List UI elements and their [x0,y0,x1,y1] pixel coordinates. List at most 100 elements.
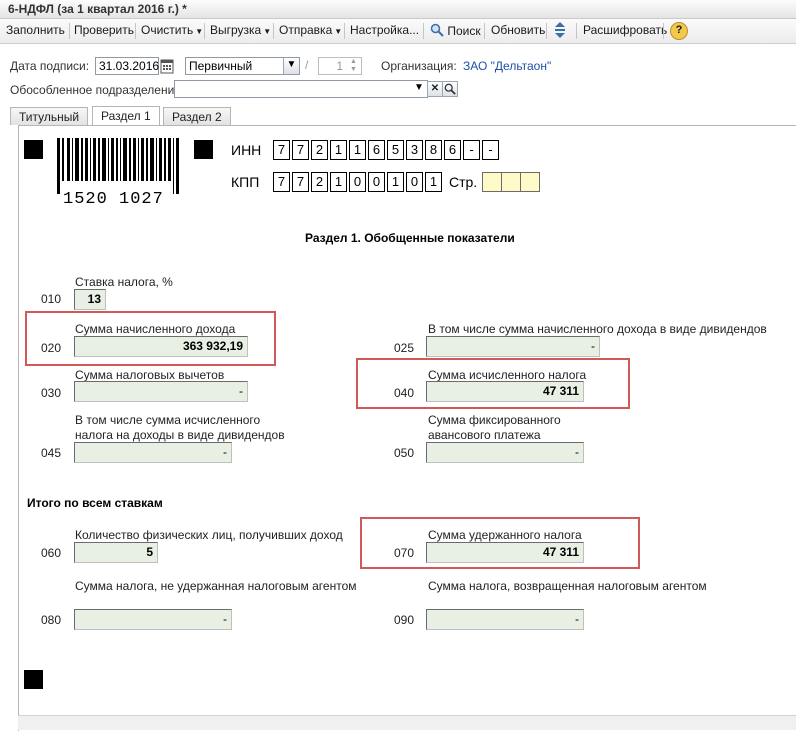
inn-digit-cell[interactable]: 6 [444,140,461,160]
returned-tax-label: Сумма налога, возвращенная налоговым аге… [428,579,707,593]
tab-title-page[interactable]: Титульный [10,107,89,125]
kpp-digit-cell[interactable]: 1 [425,172,442,192]
inn-digit-cell[interactable]: - [463,140,480,160]
search-icon [430,23,444,37]
send-menu-button[interactable]: Отправка ▼ [279,23,342,37]
sign-date-label: Дата подписи: [10,59,90,73]
inn-digit-cell[interactable]: 3 [406,140,423,160]
chevron-down-icon[interactable]: ▼ [411,81,427,97]
barcode-image [57,138,179,194]
inn-digit-cell[interactable]: 2 [311,140,328,160]
inn-digit-cell[interactable]: - [482,140,499,160]
check-button[interactable]: Проверить [74,23,134,37]
inn-digit-cell[interactable]: 7 [292,140,309,160]
inn-digit-cell[interactable]: 7 [273,140,290,160]
search-label: Поиск [447,24,481,38]
doc-type-value: Первичный [189,59,253,73]
kpp-digit-cell[interactable]: 7 [273,172,290,192]
kpp-label: КПП [231,174,260,190]
clear-menu-button[interactable]: Очистить ▼ [141,23,203,37]
toolbar-divider [484,23,485,39]
line-code-060: 060 [41,546,62,560]
toolbar: Заполнить Проверить Очистить ▼ Выгрузка ▼ … [0,19,796,44]
settings-button[interactable]: Настройка... [350,23,419,37]
dropdown-arrow-icon: ▼ [263,27,272,36]
toolbar-divider [344,23,345,39]
fixed-advance-label-line1: Сумма фиксированного [428,413,561,427]
dropdown-arrow-icon: ▼ [334,27,343,36]
kpp-digit-cell[interactable]: 1 [330,172,347,192]
fixed-advance-field[interactable]: - [426,442,584,463]
toolbar-divider [69,23,70,39]
upload-label: Выгрузка [210,23,262,37]
dividend-tax-label-line2: налога на доходы в виде дивидендов [75,428,285,442]
kpp-digit-cell[interactable]: 0 [368,172,385,192]
not-withheld-tax-field[interactable]: - [74,609,232,630]
inn-digit-cell[interactable]: 8 [425,140,442,160]
kpp-digit-cell[interactable]: 7 [292,172,309,192]
toolbar-divider [204,23,205,39]
dividend-income-field[interactable]: - [426,336,600,357]
refresh-button[interactable]: Обновить [491,23,545,37]
send-label: Отправка [279,23,333,37]
organization-link[interactable]: ЗАО "Дельтаон" [463,59,551,73]
expand-collapse-button[interactable] [553,21,567,42]
doc-type-select[interactable]: Первичный ▼ [185,57,300,75]
toolbar-divider [135,23,136,39]
tab-section-1[interactable]: Раздел 1 [92,106,160,126]
tax-rate-label: Ставка налога, % [75,275,173,289]
division-field[interactable] [174,80,428,98]
dividend-tax-field[interactable]: - [74,442,232,463]
tax-deductions-field[interactable]: - [74,381,248,402]
search-icon[interactable] [442,81,458,97]
calendar-icon[interactable] [160,58,174,74]
dividend-income-label: В том числе сумма начисленного дохода в … [428,322,767,336]
page-number-cell[interactable] [520,172,540,192]
persons-count-field[interactable]: 5 [74,542,158,563]
fill-button[interactable]: Заполнить [6,23,65,37]
inn-digit-cell[interactable]: 1 [349,140,366,160]
inn-digit-cell[interactable]: 1 [330,140,347,160]
help-icon[interactable]: ? [670,22,688,40]
toolbar-divider [663,23,664,39]
window-title-bar: 6-НДФЛ (за 1 квартал 2016 г.) * [0,0,796,19]
page-label: Стр. [449,174,478,190]
line-code-090: 090 [394,613,415,627]
accrued-income-label: Сумма начисленного дохода [75,322,236,336]
not-withheld-tax-label: Сумма налога, не удержанная налоговым аг… [75,579,357,593]
tab-section-2[interactable]: Раздел 2 [163,107,231,125]
line-code-010: 010 [41,292,62,306]
upload-menu-button[interactable]: Выгрузка ▼ [210,23,271,37]
chevron-down-icon[interactable]: ▼ [283,58,299,74]
page-number-cell[interactable] [501,172,521,192]
line-code-045: 045 [41,446,62,460]
kpp-digit-cell[interactable]: 0 [406,172,423,192]
kpp-digit-cell[interactable]: 0 [349,172,366,192]
kpp-digit-cell[interactable]: 1 [387,172,404,192]
kpp-digit-cell[interactable]: 2 [311,172,328,192]
line-code-070: 070 [394,546,415,560]
line-code-080: 080 [41,613,62,627]
search-button[interactable]: Поиск [430,23,481,38]
persons-count-label: Количество физических лиц, получивших до… [75,528,343,542]
calculated-tax-field[interactable]: 47 311 [426,381,584,402]
inn-digit-cell[interactable]: 6 [368,140,385,160]
calculated-tax-label: Сумма исчисленного налога [428,368,587,382]
totals-title: Итого по всем ставкам [27,496,163,510]
up-down-arrows-icon [555,22,565,38]
decode-button[interactable]: Расшифровать [583,23,667,37]
withheld-tax-field[interactable]: 47 311 [426,542,584,563]
page-number-cell[interactable] [482,172,502,192]
withheld-tax-label: Сумма удержанного налога [428,528,582,542]
tax-rate-field[interactable]: 13 [74,289,106,310]
clear-icon[interactable]: ✕ [427,81,443,97]
inn-label: ИНН [231,142,262,158]
returned-tax-field[interactable]: - [426,609,584,630]
horizontal-scrollbar[interactable] [18,715,796,730]
spinner-arrows-icon[interactable]: ▲ ▼ [350,58,357,74]
tax-deductions-label: Сумма налоговых вычетов [75,368,225,382]
accrued-income-field[interactable]: 363 932,19 [74,336,248,357]
toolbar-divider [423,23,424,39]
sign-date-field[interactable]: 31.03.2016 [95,57,159,75]
inn-digit-cell[interactable]: 5 [387,140,404,160]
